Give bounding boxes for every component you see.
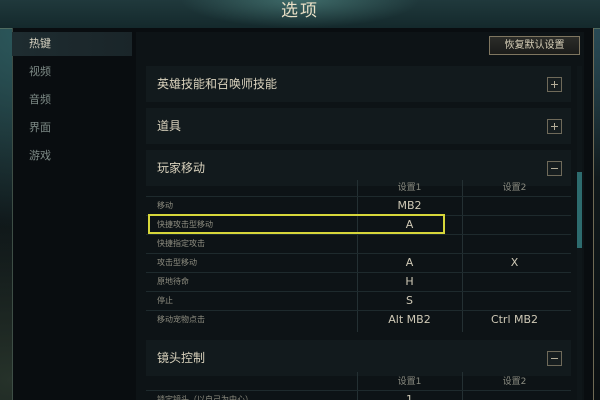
hotkey-label: 停止 [157, 296, 173, 305]
table-row: 快捷攻击型移动 A [146, 215, 571, 234]
column-header-slot1: 设置1 [397, 183, 422, 193]
options-window: 选项 热键 视频 音频 界面 游戏 恢复默认设置 英雄技能和召唤师技能 道具 玩… [0, 0, 600, 400]
hotkey-slot2[interactable] [462, 197, 567, 215]
plus-icon-bar [554, 81, 555, 88]
hotkey-label: 快捷攻击型移动 [157, 220, 213, 229]
table-row: 原地待命 H [146, 272, 571, 291]
sidebar-item-interface[interactable]: 界面 [12, 116, 132, 140]
column-header-slot2: 设置2 [502, 183, 527, 193]
table-row: 停止 S [146, 291, 571, 310]
section-title-player-movement: 玩家移动 [157, 161, 206, 175]
table-row: 快捷指定攻击 [146, 234, 571, 253]
hotkey-label: 锁定镜头（以自己为中心） [157, 395, 253, 400]
section-title-items: 道具 [157, 119, 182, 133]
scrollbar-thumb[interactable] [577, 172, 582, 248]
hotkey-slot1[interactable] [357, 235, 462, 253]
table-row: 移动 MB2 [146, 196, 571, 215]
sidebar-item-hotkeys[interactable]: 热键 [12, 32, 132, 56]
minus-icon[interactable] [547, 351, 562, 366]
hotkey-label: 移动宠物点击 [157, 315, 205, 324]
hotkey-slot2[interactable] [462, 391, 567, 400]
plus-icon-bar [554, 123, 555, 130]
hotkey-slot2[interactable]: Ctrl MB2 [462, 311, 567, 329]
window-header: 选项 [0, 0, 600, 29]
options-sidebar: 热键 视频 音频 界面 游戏 [12, 32, 132, 400]
window-title: 选项 [281, 1, 319, 21]
hotkey-slot1[interactable]: 1 [357, 391, 462, 400]
hotkey-slot2[interactable] [462, 273, 567, 291]
hotkey-label: 移动 [157, 201, 173, 210]
table-row: 锁定镜头（以自己为中心） 1 [146, 390, 571, 400]
hotkey-slot1[interactable]: Alt MB2 [357, 311, 462, 329]
minus-icon-bar [551, 168, 558, 169]
column-header-slot1: 设置1 [397, 377, 422, 387]
table-row: 移动宠物点击 Alt MB2 Ctrl MB2 [146, 310, 571, 329]
sidebar-item-audio[interactable]: 音频 [12, 88, 132, 112]
hotkey-slot2[interactable] [462, 216, 567, 234]
hotkey-slot2[interactable] [462, 235, 567, 253]
section-camera-control[interactable] [146, 340, 571, 376]
table-row: 攻击型移动 A X [146, 253, 571, 272]
minus-icon-bar [551, 358, 558, 359]
hotkey-slot1[interactable]: MB2 [357, 197, 462, 215]
hotkey-label: 攻击型移动 [157, 258, 197, 267]
hotkey-slot1[interactable]: A [357, 254, 462, 272]
hotkey-slot1[interactable]: H [357, 273, 462, 291]
minus-icon[interactable] [547, 161, 562, 176]
section-title-hero-skills: 英雄技能和召唤师技能 [157, 77, 278, 91]
column-header-slot2: 设置2 [502, 377, 527, 387]
sidebar-item-video[interactable]: 视频 [12, 60, 132, 84]
plus-icon[interactable] [547, 119, 562, 134]
hotkey-slot2[interactable] [462, 292, 567, 310]
hotkey-slot1[interactable]: A [357, 216, 462, 234]
plus-icon[interactable] [547, 77, 562, 92]
hotkey-label: 原地待命 [157, 277, 189, 286]
section-items[interactable] [146, 108, 571, 144]
section-title-camera-control: 镜头控制 [157, 351, 206, 365]
restore-defaults-button[interactable]: 恢复默认设置 [489, 36, 580, 55]
sidebar-item-game[interactable]: 游戏 [12, 144, 132, 168]
hotkey-label: 快捷指定攻击 [157, 239, 205, 248]
hotkey-slot1[interactable]: S [357, 292, 462, 310]
hotkey-slot2[interactable]: X [462, 254, 567, 272]
